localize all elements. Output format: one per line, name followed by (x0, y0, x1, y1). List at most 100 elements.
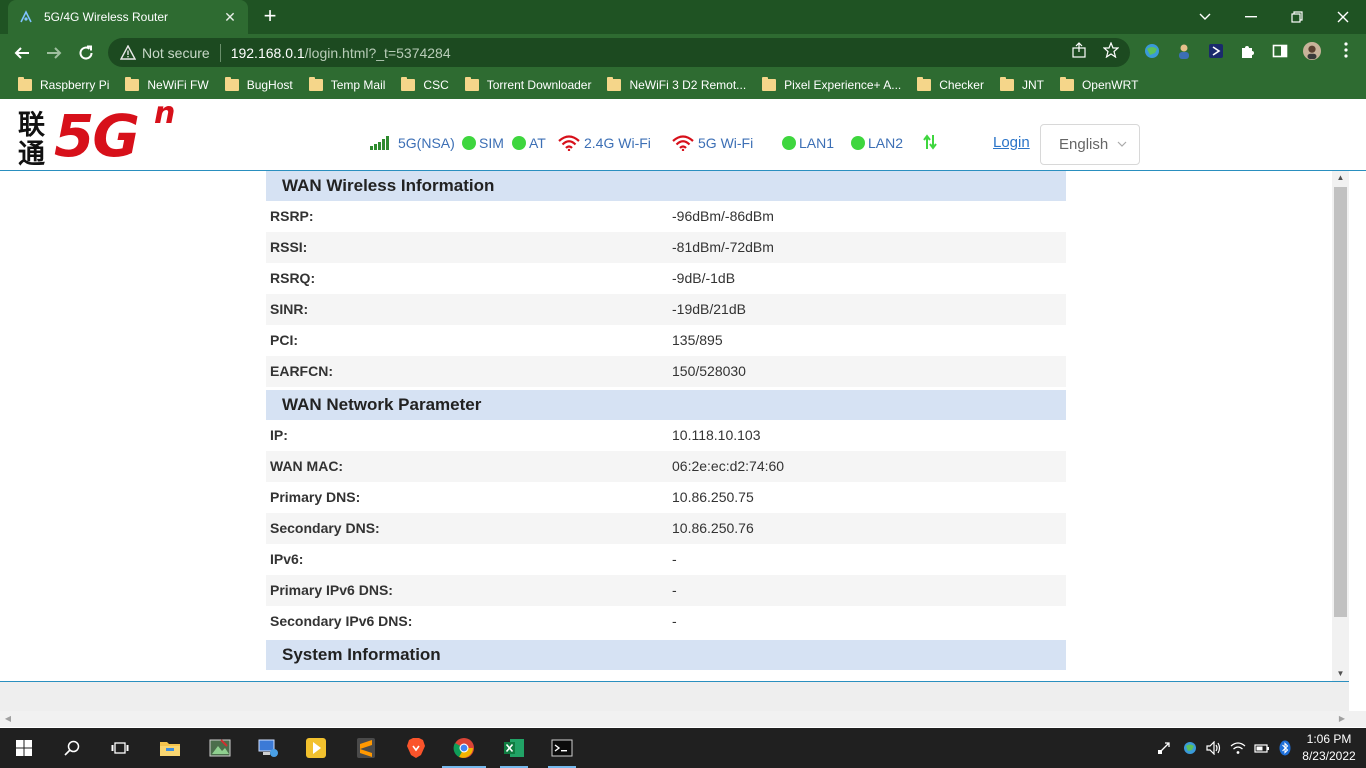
extension-dark-icon[interactable] (1207, 42, 1225, 60)
row-value: - (672, 551, 677, 567)
search-icon[interactable] (48, 728, 96, 768)
extensions-puzzle-icon[interactable] (1239, 42, 1257, 60)
row-value: -96dBm/-86dBm (672, 208, 774, 224)
url-path: /login.html?_t=5374284 (304, 44, 451, 61)
folder-icon (1059, 77, 1074, 91)
bookmark-newifi-remote[interactable]: NeWiFi 3 D2 Remot... (607, 77, 746, 92)
tray-globe-icon[interactable] (1180, 728, 1200, 768)
language-select[interactable]: English (1040, 124, 1140, 165)
browser-tab[interactable]: 5G/4G Wireless Router ✕ (8, 0, 248, 34)
bluetooth-icon[interactable] (1276, 728, 1294, 768)
bookmark-openwrt[interactable]: OpenWRT (1059, 77, 1138, 92)
table-row: IP: 10.118.10.103 (266, 420, 1066, 451)
row-label: RSRQ: (270, 270, 316, 286)
row-value: 10.86.250.76 (672, 520, 754, 536)
chrome-taskbar-icon[interactable] (440, 728, 488, 768)
bookmark-checker[interactable]: Checker (917, 77, 984, 92)
router-favicon-icon (18, 9, 34, 25)
wifi5-label: 5G Wi-Fi (698, 135, 754, 151)
table-row: Secondary DNS: 10.86.250.76 (266, 513, 1066, 544)
terminal-icon[interactable] (538, 728, 586, 768)
side-panel-icon[interactable] (1271, 42, 1289, 60)
volume-icon[interactable] (1204, 728, 1224, 768)
wifi24-status: 2.4G Wi-Fi (558, 135, 651, 151)
bookmark-raspberry-pi[interactable]: Raspberry Pi (18, 77, 110, 92)
row-label: IPv6: (270, 551, 304, 567)
brave-browser-icon[interactable] (392, 728, 440, 768)
browser-menu-icon[interactable] (1334, 41, 1358, 59)
wifi-icon (558, 135, 580, 151)
media-player-icon[interactable] (292, 728, 340, 768)
scrollbar-thumb[interactable] (1334, 187, 1347, 617)
share-icon[interactable] (1070, 41, 1088, 59)
lan2-status-dot-icon (851, 136, 865, 150)
scroll-up-arrow-icon[interactable]: ▲ (1332, 171, 1349, 185)
warning-icon[interactable] (119, 44, 137, 61)
start-button[interactable] (0, 728, 48, 768)
folder-icon (224, 77, 239, 91)
extension-globe-icon[interactable] (1143, 42, 1161, 60)
clock-time: 1:06 PM (1306, 732, 1352, 746)
table-row: Secondary IPv6 DNS: - (266, 606, 1066, 637)
excel-icon[interactable] (490, 728, 538, 768)
battery-icon[interactable] (1252, 728, 1272, 768)
lan1-status-dot-icon (782, 136, 796, 150)
bookmark-csc[interactable]: CSC (401, 77, 449, 92)
browser-toolbar: Not secure 192.168.0.1/login.html?_t=537… (0, 34, 1366, 71)
scroll-right-arrow-icon[interactable]: ▶ (1334, 711, 1350, 727)
new-tab-button[interactable]: + (258, 5, 282, 28)
horizontal-scrollbar[interactable]: ◀ ▶ (0, 711, 1366, 727)
extension-person-icon[interactable] (1175, 42, 1193, 60)
reload-icon[interactable] (72, 39, 100, 67)
back-icon[interactable] (8, 39, 36, 67)
tab-close-icon[interactable]: ✕ (222, 9, 238, 25)
scroll-left-arrow-icon[interactable]: ◀ (0, 711, 16, 727)
taskbar-clock[interactable]: 1:06 PM 8/23/2022 (1296, 731, 1362, 765)
bookmark-newifi-fw[interactable]: NeWiFi FW (125, 77, 209, 92)
file-explorer-icon[interactable] (146, 728, 194, 768)
bookmark-jnt[interactable]: JNT (999, 77, 1044, 92)
restore-icon[interactable] (1274, 0, 1320, 34)
bookmark-temp-mail[interactable]: Temp Mail (308, 77, 385, 92)
address-bar[interactable]: Not secure 192.168.0.1/login.html?_t=537… (108, 38, 1130, 67)
row-label: IP: (270, 427, 288, 443)
bookmark-label: Torrent Downloader (486, 78, 592, 92)
row-label: Primary IPv6 DNS: (270, 582, 393, 598)
sim-label: SIM (479, 135, 504, 151)
row-label: EARFCN: (270, 363, 333, 379)
bookmark-star-icon[interactable] (1102, 41, 1120, 59)
sublime-text-icon[interactable] (342, 728, 390, 768)
row-label: Primary DNS: (270, 489, 361, 505)
folder-icon (762, 77, 777, 91)
row-label: SINR: (270, 301, 309, 317)
wifi-tray-icon[interactable] (1228, 728, 1248, 768)
close-window-icon[interactable] (1320, 0, 1366, 34)
status-content: WAN Wireless Information RSRP: -96dBm/-8… (0, 171, 1332, 681)
logo-n-text: n (154, 99, 176, 131)
lan1-status: LAN1 (782, 135, 834, 151)
task-view-icon[interactable] (96, 728, 144, 768)
bookmark-pixel-experience[interactable]: Pixel Experience+ A... (762, 77, 901, 92)
photos-app-icon[interactable] (196, 728, 244, 768)
network-tool-icon[interactable] (244, 728, 292, 768)
page-footer-bar (0, 681, 1349, 711)
signal-bars-icon (370, 136, 392, 150)
tab-search-icon[interactable] (1182, 0, 1228, 34)
url-host: 192.168.0.1 (230, 44, 305, 61)
row-value: -9dB/-1dB (672, 270, 736, 286)
vertical-scrollbar[interactable]: ▲ ▼ (1332, 171, 1349, 681)
bookmark-bughost[interactable]: BugHost (224, 77, 293, 92)
login-link[interactable]: Login (993, 134, 1030, 151)
profile-avatar[interactable] (1303, 42, 1321, 60)
at-status-dot-icon (512, 136, 526, 150)
minimize-icon[interactable] (1228, 0, 1274, 34)
forward-icon[interactable] (40, 39, 68, 67)
row-label: Secondary IPv6 DNS: (270, 613, 413, 629)
clock-date: 8/23/2022 (1302, 749, 1356, 763)
scroll-down-arrow-icon[interactable]: ▼ (1332, 667, 1349, 681)
bookmark-torrent-downloader[interactable]: Torrent Downloader (464, 77, 592, 92)
bookmark-label: Raspberry Pi (40, 78, 110, 92)
table-row: EARFCN: 150/528030 (266, 356, 1066, 387)
tray-usb-icon[interactable] (1154, 728, 1174, 768)
row-value: 135/895 (672, 332, 723, 348)
